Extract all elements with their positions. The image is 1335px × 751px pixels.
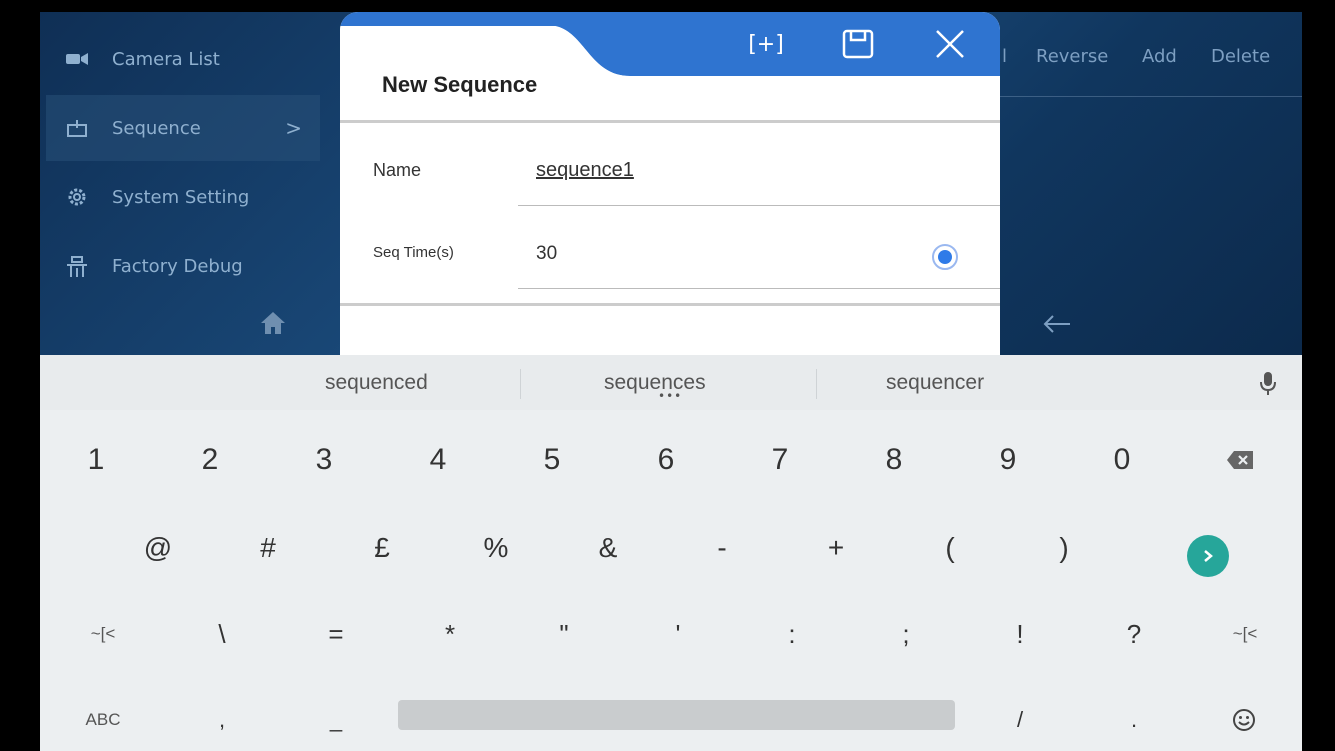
sidebar-item-system-setting[interactable]: System Setting — [46, 164, 320, 230]
name-label: Name — [373, 160, 422, 180]
key-semicolon[interactable]: ; — [886, 609, 926, 659]
dialog-title: New Sequence — [382, 72, 538, 97]
seq-time-label: Seq Time(s) — [373, 244, 454, 261]
suggestion-3[interactable]: sequencer — [886, 371, 984, 395]
seq-time-underline — [518, 288, 1000, 289]
key-9[interactable]: 9 — [988, 435, 1028, 485]
go-button[interactable] — [1187, 535, 1229, 577]
seq-time-input[interactable]: 30 — [536, 243, 557, 265]
camera-icon — [64, 48, 90, 70]
key-underscore[interactable]: _ — [316, 695, 356, 745]
sidebar-item-sequence[interactable]: Sequence > — [46, 95, 320, 161]
sidebar-item-factory-debug[interactable]: Factory Debug — [46, 233, 320, 299]
key-asterisk[interactable]: * — [430, 609, 470, 659]
key-percent[interactable]: % — [476, 523, 516, 573]
back-arrow-icon[interactable] — [1042, 312, 1072, 333]
gear-icon — [64, 186, 90, 208]
sidebar-item-camera-list[interactable]: Camera List — [46, 26, 320, 92]
home-icon[interactable] — [260, 310, 286, 336]
new-sequence-dialog: New Sequence [+] Name sequence1 Seq Time… — [340, 12, 1000, 355]
key-double-quote[interactable]: " — [544, 609, 584, 659]
key-comma[interactable]: , — [202, 695, 242, 745]
top-action-partial[interactable]: l — [1002, 46, 1007, 67]
key-6[interactable]: 6 — [646, 435, 686, 485]
key-plus[interactable]: + — [816, 523, 856, 573]
backspace-key[interactable] — [1220, 435, 1260, 485]
soft-keyboard: sequenced sequences ••• sequencer 1 2 3 … — [40, 355, 1302, 751]
emoji-key[interactable] — [1224, 695, 1264, 745]
emoji-icon — [1233, 709, 1255, 731]
dialog-header-shape — [340, 12, 1000, 76]
key-close-paren[interactable]: ) — [1044, 523, 1084, 573]
sidebar: Camera List Sequence > System Setting Fa… — [40, 12, 322, 355]
key-3[interactable]: 3 — [304, 435, 344, 485]
space-bar[interactable] — [398, 700, 955, 730]
save-icon — [842, 29, 874, 59]
key-colon[interactable]: : — [772, 609, 812, 659]
chevron-right-icon: > — [285, 116, 302, 140]
key-minus[interactable]: - — [702, 523, 742, 573]
chevron-right-icon — [1204, 550, 1213, 562]
abc-key[interactable]: ABC — [78, 695, 128, 745]
sequence-icon — [64, 117, 90, 139]
mic-icon[interactable] — [1258, 371, 1278, 397]
key-slash[interactable]: / — [1000, 695, 1040, 745]
seq-time-radio[interactable] — [932, 244, 958, 270]
device-screen: Camera List Sequence > System Setting Fa… — [40, 12, 1302, 751]
debug-icon — [64, 255, 90, 277]
suggestion-2[interactable]: sequences — [604, 371, 706, 395]
sidebar-item-label: System Setting — [112, 186, 250, 208]
reverse-button[interactable]: Reverse — [1036, 46, 1108, 67]
suggestion-bar: sequenced sequences ••• sequencer — [40, 355, 1302, 410]
key-at[interactable]: @ — [136, 523, 180, 573]
divider — [816, 369, 817, 399]
close-button[interactable] — [928, 26, 972, 62]
sidebar-item-label: Camera List — [112, 48, 220, 70]
sidebar-item-label: Sequence — [112, 117, 201, 139]
delete-button[interactable]: Delete — [1211, 46, 1270, 67]
more-suggestions-indicator: ••• — [658, 389, 683, 403]
name-input[interactable]: sequence1 — [536, 159, 634, 182]
key-1[interactable]: 1 — [76, 435, 116, 485]
top-action-bar: l Reverse Add Delete — [1000, 12, 1302, 97]
key-ampersand[interactable]: & — [588, 523, 628, 573]
divider — [340, 120, 1000, 123]
key-pound[interactable]: £ — [362, 523, 402, 573]
key-7[interactable]: 7 — [760, 435, 800, 485]
divider — [340, 303, 1000, 306]
suggestion-1[interactable]: sequenced — [325, 371, 428, 395]
key-5[interactable]: 5 — [532, 435, 572, 485]
divider — [520, 369, 521, 399]
key-2[interactable]: 2 — [190, 435, 230, 485]
key-symbols-more-left[interactable]: ~[< — [78, 609, 128, 659]
close-icon — [936, 30, 964, 58]
key-hash[interactable]: # — [248, 523, 288, 573]
add-button[interactable]: Add — [1142, 46, 1177, 67]
key-equals[interactable]: = — [316, 609, 356, 659]
save-button[interactable] — [836, 26, 880, 62]
key-exclamation[interactable]: ! — [1000, 609, 1040, 659]
key-symbols-more-right[interactable]: ~[< — [1220, 609, 1270, 659]
add-sequence-button[interactable]: [+] — [744, 26, 788, 62]
key-period[interactable]: . — [1114, 695, 1154, 745]
key-4[interactable]: 4 — [418, 435, 458, 485]
backspace-icon — [1227, 451, 1253, 469]
key-backslash[interactable]: \ — [202, 609, 242, 659]
sidebar-item-label: Factory Debug — [112, 255, 243, 277]
key-0[interactable]: 0 — [1102, 435, 1142, 485]
name-input-underline — [518, 205, 1000, 206]
key-single-quote[interactable]: ' — [658, 609, 698, 659]
key-open-paren[interactable]: ( — [930, 523, 970, 573]
key-8[interactable]: 8 — [874, 435, 914, 485]
key-question[interactable]: ? — [1114, 609, 1154, 659]
